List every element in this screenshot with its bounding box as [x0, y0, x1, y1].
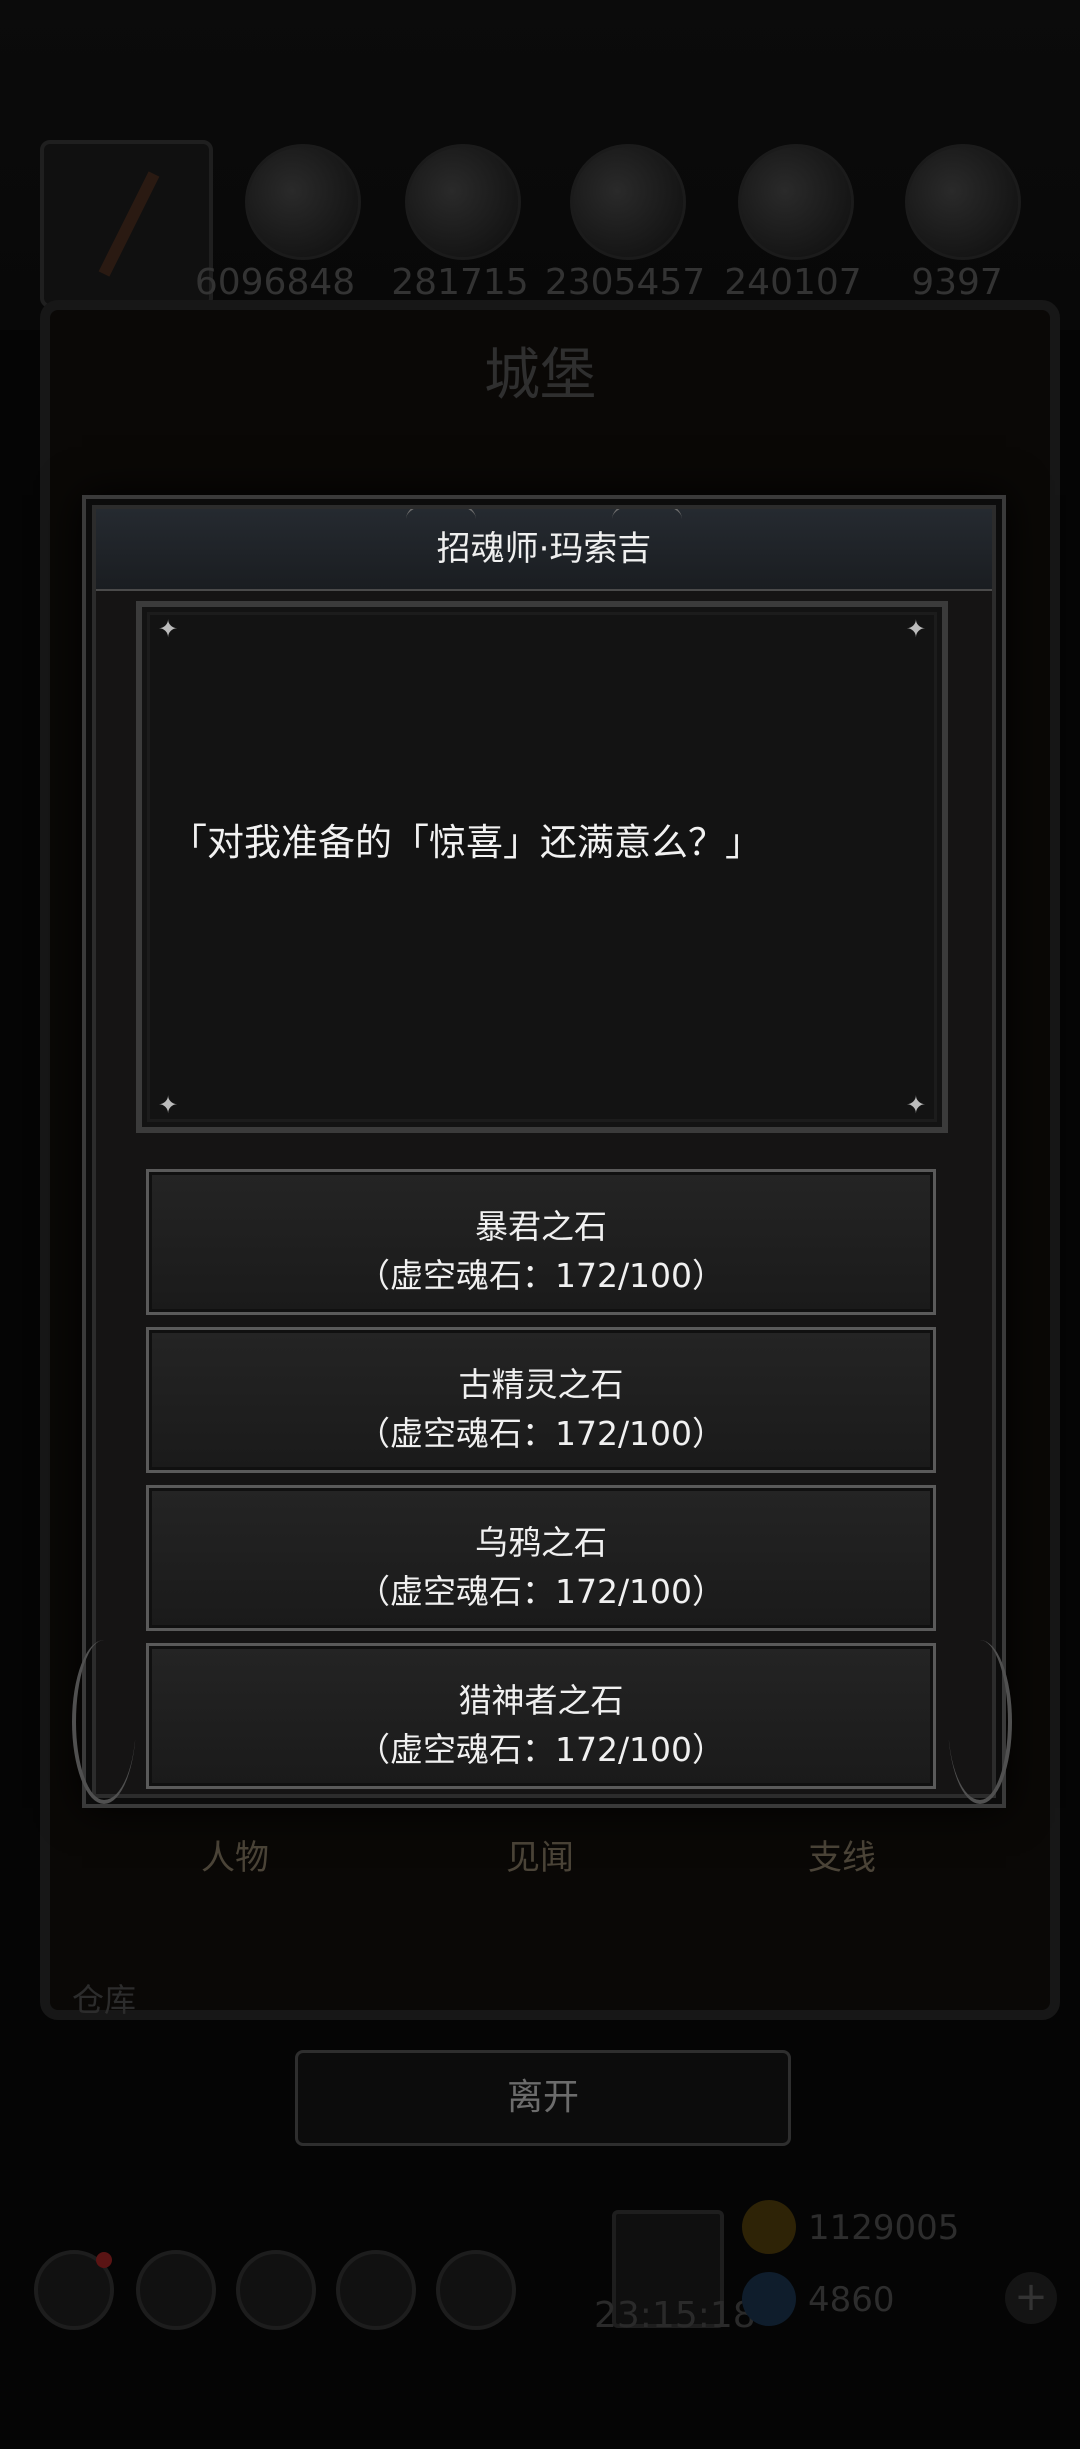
option-tyrant-stone[interactable]: 暴君之石 （虚空魂石：172/100） [146, 1169, 936, 1315]
weapon-slot[interactable] [40, 140, 213, 308]
sparkle-icon: ✦ [158, 615, 179, 643]
gem-counter: 4860 [742, 2272, 1042, 2328]
npc-dialog: 招魂师·玛索吉 ✦ ✦ ✦ ✦ 「对我准备的「惊喜」还满意么？」 暴君之石 （虚… [92, 505, 996, 1798]
npc-name: 招魂师·玛索吉 [436, 529, 652, 569]
dialog-frame-ornament-right [948, 1640, 1012, 1804]
menu-icon-2[interactable] [136, 2250, 216, 2330]
resource-icon-5 [905, 144, 1021, 260]
resource-icon-3 [570, 144, 686, 260]
menu-icon-4[interactable] [336, 2250, 416, 2330]
option-name: 古精灵之石 [458, 1365, 624, 1404]
gold-coin-icon [742, 2200, 796, 2254]
resource-value-5: 9397 [911, 262, 1003, 303]
menu-icon-1[interactable] [34, 2250, 114, 2330]
resource-value-1: 6096848 [194, 262, 356, 303]
tab-characters[interactable]: 人物 [135, 1830, 335, 1879]
option-crow-stone[interactable]: 乌鸦之石 （虚空魂石：172/100） [146, 1485, 936, 1631]
dialog-frame-ornament-left [72, 1640, 136, 1804]
option-cost: （虚空魂石：172/100） [356, 1256, 726, 1295]
sparkle-icon: ✦ [905, 615, 926, 643]
leave-button[interactable]: 离开 [295, 2050, 791, 2146]
notification-dot [96, 2252, 112, 2268]
gold-counter: 1129005 [742, 2200, 1042, 2256]
sword-icon [98, 171, 160, 277]
resource-value-2: 281715 [391, 262, 529, 303]
resource-icon-4 [738, 144, 854, 260]
tab-stories[interactable]: 见闻 [440, 1830, 640, 1879]
menu-icon-3[interactable] [236, 2250, 316, 2330]
sparkle-icon: ✦ [158, 1091, 179, 1119]
gold-amount: 1129005 [808, 2208, 960, 2248]
sparkle-icon: ✦ [905, 1091, 926, 1119]
warehouse-label: 仓库 [72, 1981, 137, 2019]
speech-box: ✦ ✦ ✦ ✦ 「对我准备的「惊喜」还满意么？」 [136, 601, 948, 1133]
option-name: 猎神者之石 [458, 1681, 624, 1720]
tab-sidequests[interactable]: 支线 [742, 1830, 942, 1879]
option-godhunter-stone[interactable]: 猎神者之石 （虚空魂石：172/100） [146, 1643, 936, 1789]
npc-speech: 「对我准备的「惊喜」还满意么？」 [170, 821, 762, 864]
resource-value-4: 240107 [724, 262, 862, 303]
option-cost: （虚空魂石：172/100） [356, 1572, 726, 1611]
event-timer: 23:15:18 [594, 2295, 756, 2336]
option-cost: （虚空魂石：172/100） [356, 1414, 726, 1453]
option-ancient-elf-stone[interactable]: 古精灵之石 （虚空魂石：172/100） [146, 1327, 936, 1473]
option-name: 乌鸦之石 [475, 1523, 607, 1562]
dialog-header: 招魂师·玛索吉 [96, 509, 992, 591]
castle-tabs: 人物 见闻 支线 [0, 1830, 1080, 1900]
resource-value-3: 2305457 [544, 262, 706, 303]
add-currency-button[interactable]: + [1005, 2272, 1057, 2324]
resource-icon-2 [405, 144, 521, 260]
resource-icon-1 [245, 144, 361, 260]
castle-title: 城堡 [484, 343, 596, 408]
gem-icon [742, 2272, 796, 2326]
gem-amount: 4860 [808, 2280, 895, 2320]
option-name: 暴君之石 [475, 1207, 607, 1246]
option-cost: （虚空魂石：172/100） [356, 1730, 726, 1769]
resource-bar: 6096848 281715 2305457 240107 9397 [0, 130, 1080, 310]
menu-icon-5[interactable] [436, 2250, 516, 2330]
